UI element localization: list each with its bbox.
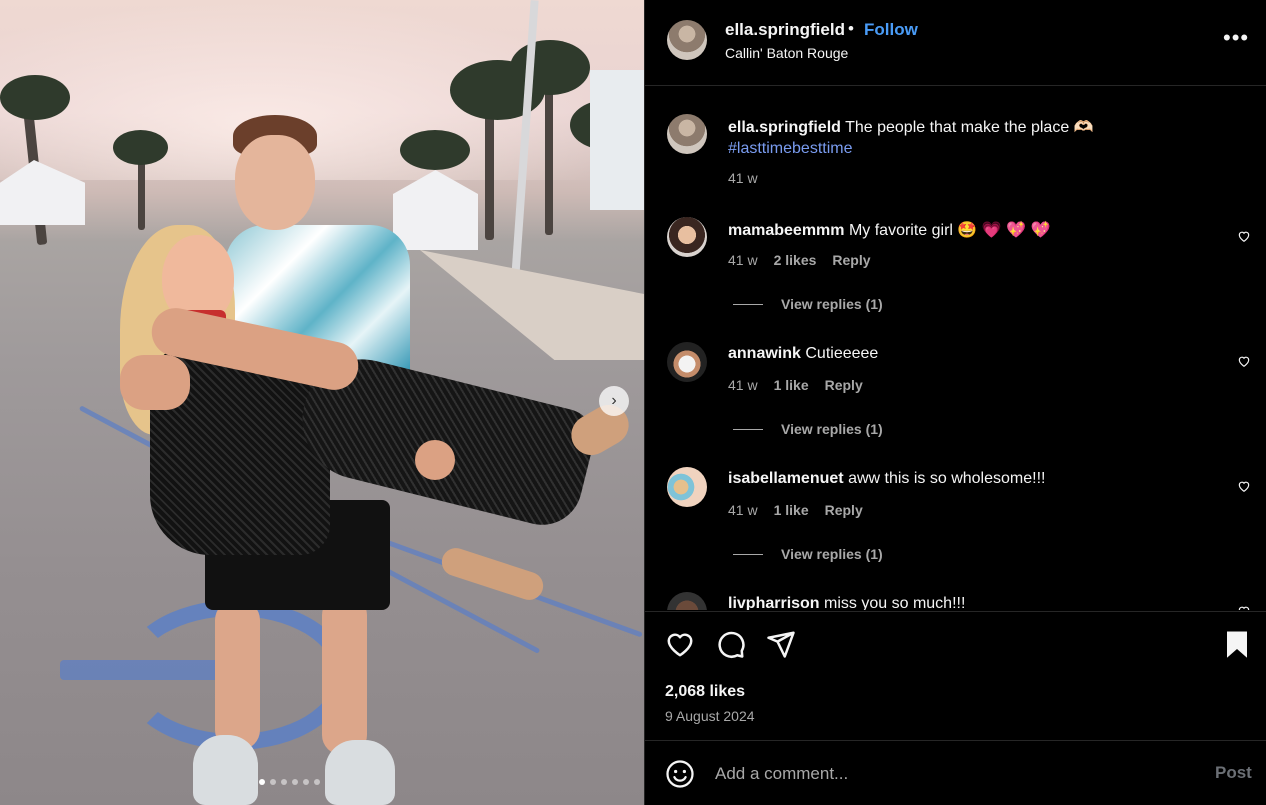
comment-username[interactable]: mamabeemmm xyxy=(728,222,845,239)
carousel-dot xyxy=(270,779,276,785)
heart-icon[interactable] xyxy=(665,629,695,659)
caption-text: The people that make the place 🫶🏻 xyxy=(845,119,1094,136)
comment-input[interactable] xyxy=(715,760,1175,788)
reply-button[interactable]: Reply xyxy=(832,252,870,268)
carousel-dot xyxy=(281,779,287,785)
post-photo: › xyxy=(0,0,644,805)
palm-fronds xyxy=(0,75,70,120)
palm-trunk xyxy=(545,75,553,235)
post-date: 9 August 2024 xyxy=(665,708,755,724)
likes-count[interactable]: 2,068 likes xyxy=(665,683,745,701)
man-leg xyxy=(322,595,367,755)
caption-age: 41 w xyxy=(728,170,758,186)
palm-fronds xyxy=(510,40,590,95)
share-icon[interactable] xyxy=(766,629,796,659)
avatar[interactable] xyxy=(667,467,707,507)
comments-list[interactable]: ella.springfield The people that make th… xyxy=(645,87,1266,610)
hashtag-link[interactable]: #lasttimebesttime xyxy=(728,140,853,158)
comment-username[interactable]: isabellamenuet xyxy=(728,470,844,487)
comment: isabellamenuet aww this is so wholesome!… xyxy=(728,470,1045,488)
comment-age: 41 w xyxy=(728,502,758,518)
separator-dot: • xyxy=(848,19,854,38)
sidewalk xyxy=(420,250,644,360)
bookmark-icon[interactable] xyxy=(1222,629,1252,659)
avatar[interactable] xyxy=(667,114,707,154)
palm-fronds xyxy=(113,130,168,165)
carousel-dot-active xyxy=(259,779,265,785)
like-comment-icon[interactable] xyxy=(1237,229,1251,243)
man-face xyxy=(235,135,315,230)
view-replies-button[interactable]: View replies (1) xyxy=(733,546,883,562)
comment-meta: 41 w 1 like Reply xyxy=(728,502,863,518)
more-options-icon[interactable]: ••• xyxy=(1223,27,1249,49)
sneaker xyxy=(325,740,395,805)
comment-meta: 41 w 2 likes Reply xyxy=(728,252,871,268)
man-leg xyxy=(215,600,260,750)
comment-meta: 41 w 1 like Reply xyxy=(728,377,863,393)
comment-age: 41 w xyxy=(728,252,758,268)
comment-text: aww this is so wholesome!!! xyxy=(848,470,1046,487)
like-comment-icon[interactable] xyxy=(1237,479,1251,493)
view-replies-label: View replies (1) xyxy=(781,546,883,562)
comment-username[interactable]: livpharrison xyxy=(728,595,820,610)
caption-meta: 41 w xyxy=(728,170,758,186)
comment: mamabeemmm My favorite girl 🤩 💗 💖 💖 xyxy=(728,220,1050,240)
add-comment-bar: Post xyxy=(645,742,1266,805)
reply-button[interactable]: Reply xyxy=(825,377,863,393)
carousel-dots xyxy=(259,779,320,785)
comment-text: miss you so much!!! xyxy=(824,595,966,610)
sandal xyxy=(438,544,547,604)
avatar[interactable] xyxy=(667,217,707,257)
view-replies-label: View replies (1) xyxy=(781,421,883,437)
man-arm xyxy=(120,355,190,410)
man-hand xyxy=(415,440,455,480)
carousel-dot xyxy=(303,779,309,785)
view-replies-button[interactable]: View replies (1) xyxy=(733,296,883,312)
avatar[interactable] xyxy=(667,592,707,610)
post-comment-button[interactable]: Post xyxy=(1215,763,1252,783)
comment-likes[interactable]: 2 likes xyxy=(774,252,817,268)
comment: annawink Cutieeeee xyxy=(728,345,878,363)
like-comment-icon[interactable] xyxy=(1237,354,1251,368)
emoji-icon[interactable] xyxy=(665,759,695,789)
post-actions: 2,068 likes 9 August 2024 xyxy=(645,611,1266,741)
comment-icon[interactable] xyxy=(716,629,746,659)
comment-text: Cutieeeee xyxy=(805,345,879,362)
avatar[interactable] xyxy=(667,342,707,382)
sneaker xyxy=(193,735,258,805)
replies-divider xyxy=(733,553,763,555)
comment-age: 41 w xyxy=(728,377,758,393)
white-tent xyxy=(393,170,478,250)
carousel-dot xyxy=(292,779,298,785)
replies-divider xyxy=(733,303,763,305)
caption-username[interactable]: ella.springfield xyxy=(728,119,841,136)
caption: ella.springfield The people that make th… xyxy=(728,117,1094,137)
view-replies-button[interactable]: View replies (1) xyxy=(733,421,883,437)
avatar[interactable] xyxy=(667,20,707,60)
building xyxy=(590,70,644,210)
follow-button[interactable]: Follow xyxy=(864,20,918,40)
like-comment-icon[interactable] xyxy=(1237,604,1251,610)
post-header: ella.springfield • Follow Callin' Baton … xyxy=(645,0,1266,86)
post-username[interactable]: ella.springfield xyxy=(725,20,845,40)
carousel-dot xyxy=(314,779,320,785)
carousel-next-button[interactable]: › xyxy=(599,386,629,416)
comment-likes[interactable]: 1 like xyxy=(774,502,809,518)
view-replies-label: View replies (1) xyxy=(781,296,883,312)
post-location[interactable]: Callin' Baton Rouge xyxy=(725,45,848,61)
palm-fronds xyxy=(400,130,470,170)
post-sidebar: ella.springfield • Follow Callin' Baton … xyxy=(644,0,1266,805)
chevron-right-icon: › xyxy=(611,392,617,409)
comment: livpharrison miss you so much!!! xyxy=(728,595,965,610)
comment-username[interactable]: annawink xyxy=(728,345,801,362)
replies-divider xyxy=(733,428,763,430)
reply-button[interactable]: Reply xyxy=(825,502,863,518)
comment-likes[interactable]: 1 like xyxy=(774,377,809,393)
comment-text: My favorite girl 🤩 💗 💖 💖 xyxy=(848,222,1051,239)
